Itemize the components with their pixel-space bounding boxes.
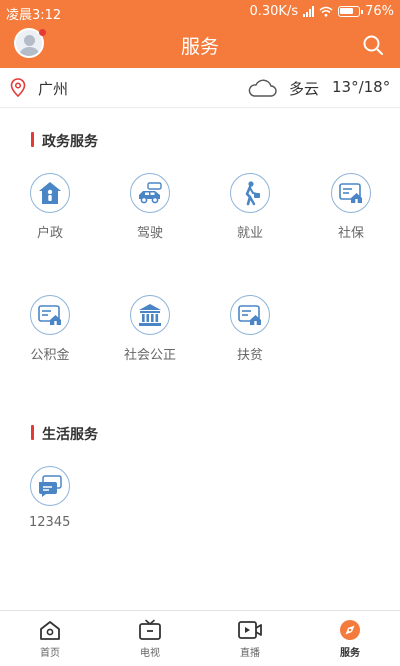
service-icon-circle [230, 295, 270, 335]
bottom-tab-bar: 首页 电视 直播 服务 [0, 610, 400, 666]
battery-level: 76% [365, 4, 394, 19]
social-security-icon [339, 183, 362, 203]
employment-icon [245, 181, 260, 206]
weather-bar: 广州 多云 13°/18° [0, 68, 400, 108]
service-12345-hotline[interactable]: 12345 [10, 466, 90, 530]
cloud-icon [248, 79, 277, 97]
tab-label: 电视 [140, 648, 160, 659]
section-title-government-services: 政务服务 [31, 131, 98, 151]
signal-icon [303, 6, 315, 17]
service-label: 社会公正 [123, 348, 176, 363]
service-icon-circle [130, 173, 170, 213]
compass-icon [340, 620, 360, 640]
tab-label: 首页 [40, 648, 60, 659]
app-header: 服务 [0, 24, 400, 68]
courthouse-icon [139, 304, 161, 326]
service-icon-circle [130, 295, 170, 335]
status-indicators: 0.30K/s 76% [249, 4, 394, 19]
weather-temperature: 13°/18° [332, 78, 391, 96]
weather-condition: 多云 [289, 80, 320, 98]
service-household-registration[interactable]: 户政 [10, 173, 90, 241]
live-video-icon [238, 621, 262, 639]
location-city[interactable]: 广州 [38, 78, 68, 99]
service-social-justice[interactable]: 社会公正 [110, 295, 190, 363]
tab-live[interactable]: 直播 [200, 611, 300, 666]
status-bar: 凌晨3:12 0.30K/s 76% [0, 0, 400, 24]
tab-home[interactable]: 首页 [0, 611, 100, 666]
service-icon-circle [331, 173, 371, 213]
tab-service[interactable]: 服务 [300, 611, 400, 666]
service-label: 驾驶 [136, 226, 163, 241]
home-icon [40, 621, 60, 640]
service-icon-circle [230, 173, 270, 213]
tab-tv[interactable]: 电视 [100, 611, 200, 666]
service-driving[interactable]: 驾驶 [110, 173, 190, 241]
service-provident-fund[interactable]: 公积金 [10, 295, 90, 363]
location-pin-icon [10, 78, 26, 98]
page-title: 服务 [180, 36, 219, 58]
service-employment[interactable]: 就业 [210, 173, 290, 241]
poverty-relief-icon [238, 305, 261, 325]
tab-label: 服务 [340, 648, 360, 659]
tv-icon [139, 619, 161, 640]
service-icon-circle [30, 173, 70, 213]
search-icon[interactable] [362, 34, 384, 56]
service-label: 12345 [29, 515, 71, 530]
wifi-icon [319, 6, 333, 17]
car-icon [139, 182, 162, 204]
service-label: 就业 [236, 226, 263, 241]
service-label: 扶贫 [236, 348, 263, 363]
section-title-life-services: 生活服务 [31, 424, 98, 444]
service-icon-circle [30, 466, 70, 506]
provident-fund-icon [38, 305, 61, 325]
service-poverty-relief[interactable]: 扶贫 [210, 295, 290, 363]
chat-bubble-icon [39, 475, 62, 497]
service-icon-circle [30, 295, 70, 335]
service-label: 社保 [337, 226, 364, 241]
battery-icon [338, 6, 364, 17]
status-time: 凌晨3:12 [6, 8, 62, 23]
service-social-security[interactable]: 社保 [311, 173, 391, 241]
service-label: 公积金 [30, 348, 70, 363]
service-label: 户政 [36, 226, 63, 241]
network-speed: 0.30K/s [249, 4, 299, 19]
household-registration-icon [39, 182, 61, 204]
tab-label: 直播 [240, 648, 260, 659]
